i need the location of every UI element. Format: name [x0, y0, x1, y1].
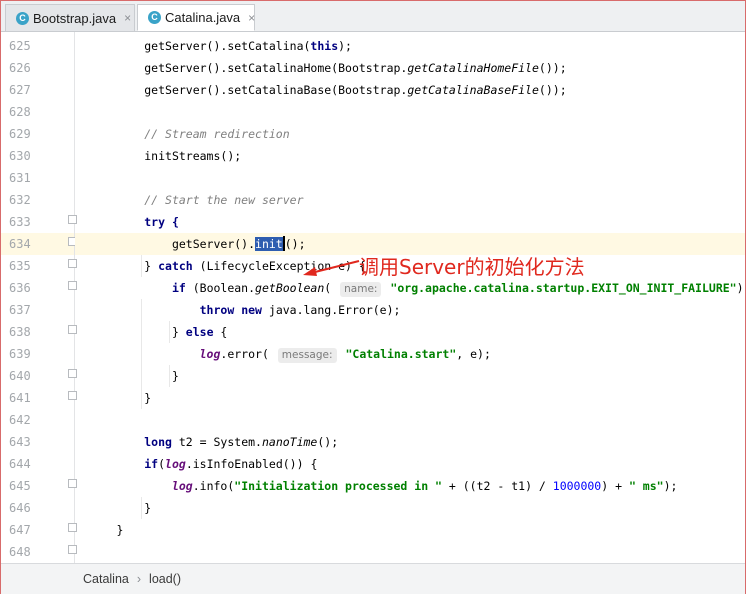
code-line[interactable]: }: [75, 365, 745, 387]
code-line[interactable]: if (Boolean.getBoolean( name: "org.apach…: [75, 277, 745, 299]
code-line[interactable]: }: [75, 387, 745, 409]
code-text: log.error( message: "Catalina.start", e)…: [199, 347, 491, 363]
line-number: 639: [9, 347, 31, 361]
code-line[interactable]: log.error( message: "Catalina.start", e)…: [75, 343, 745, 365]
tab-bootstrap-java[interactable]: C Bootstrap.java ×: [5, 4, 135, 31]
line-number: 648: [9, 545, 31, 559]
chevron-right-icon: ›: [136, 572, 142, 586]
line-number: 626: [9, 61, 31, 75]
code-text: } else {: [171, 325, 228, 339]
code-text: }: [144, 391, 152, 405]
editor-tab-bar: C Bootstrap.java × C Catalina.java ×: [1, 1, 745, 32]
line-number: 638: [9, 325, 31, 339]
ide-window: C Bootstrap.java × C Catalina.java × 625…: [0, 0, 746, 594]
code-text: log.info("Initialization processed in " …: [171, 479, 678, 493]
code-line[interactable]: } else {: [75, 321, 745, 343]
code-line[interactable]: try {: [75, 211, 745, 233]
breadcrumb: Catalina › load(): [1, 563, 745, 594]
code-line[interactable]: initStreams();: [75, 145, 745, 167]
close-icon[interactable]: ×: [248, 11, 255, 25]
code-text: long t2 = System.nanoTime();: [144, 435, 339, 449]
annotation-text: 调用Server的初始化方法: [359, 255, 585, 279]
code-line[interactable]: getServer().setCatalinaHome(Bootstrap.ge…: [75, 57, 745, 79]
line-number: 647: [9, 523, 31, 537]
line-number: 625: [9, 39, 31, 53]
code-editor[interactable]: 625 626 627 628 629 630 631 632 633 634 …: [1, 32, 745, 563]
code-comment: // Stream redirection: [144, 127, 290, 141]
code-line[interactable]: throw new java.lang.Error(e);: [75, 299, 745, 321]
code-line[interactable]: log.info("Initialization processed in " …: [75, 475, 745, 497]
close-icon[interactable]: ×: [124, 11, 131, 25]
fold-marker-icon[interactable]: [68, 545, 77, 554]
code-text: if (Boolean.getBoolean( name: "org.apach…: [171, 281, 745, 297]
code-text: getServer().setCatalinaHome(Bootstrap.ge…: [144, 61, 567, 75]
tab-label: Catalina.java: [165, 10, 241, 25]
line-number: 645: [9, 479, 31, 493]
breadcrumb-item-method[interactable]: load(): [149, 572, 181, 586]
line-number: 646: [9, 501, 31, 515]
code-line[interactable]: // Start the new server: [75, 189, 745, 211]
code-text: if(log.isInfoEnabled()) {: [144, 457, 318, 471]
code-text: throw new java.lang.Error(e);: [199, 303, 401, 317]
line-number: 627: [9, 83, 31, 97]
code-line[interactable]: }: [75, 519, 745, 541]
line-number: 632: [9, 193, 31, 207]
code-text: getServer().init ();: [171, 236, 306, 251]
line-number: 634: [1, 233, 74, 255]
line-number: 637: [9, 303, 31, 317]
tab-catalina-java[interactable]: C Catalina.java ×: [137, 4, 255, 31]
line-number: 635: [9, 259, 31, 273]
line-number: 644: [9, 457, 31, 471]
code-line[interactable]: getServer().setCatalina(this);: [75, 35, 745, 57]
breadcrumb-item-class[interactable]: Catalina: [83, 572, 129, 586]
line-number: 643: [9, 435, 31, 449]
line-number: 640: [9, 369, 31, 383]
code-text: getServer().setCatalina(this);: [144, 39, 352, 53]
code-line[interactable]: if(log.isInfoEnabled()) {: [75, 453, 745, 475]
line-number: 631: [9, 171, 31, 185]
code-text: }: [171, 369, 179, 383]
code-line[interactable]: getServer().setCatalinaBase(Bootstrap.ge…: [75, 79, 745, 101]
java-class-icon: C: [16, 11, 29, 25]
code-keyword: try {: [144, 215, 179, 229]
code-comment: // Start the new server: [144, 193, 304, 207]
line-number: 630: [9, 149, 31, 163]
line-number: 636: [9, 281, 31, 295]
code-line[interactable]: // Stream redirection: [75, 123, 745, 145]
code-text: }: [144, 501, 152, 515]
line-number: 641: [9, 391, 31, 405]
java-class-icon: C: [148, 11, 161, 24]
line-number: 642: [9, 413, 31, 427]
code-text: }: [116, 523, 124, 537]
line-number: 633: [9, 215, 31, 229]
red-arrow-icon: [303, 260, 360, 276]
code-text: initStreams();: [144, 149, 242, 163]
code-text: getServer().setCatalinaBase(Bootstrap.ge…: [144, 83, 567, 97]
tab-label: Bootstrap.java: [33, 10, 117, 26]
code-line[interactable]: long t2 = System.nanoTime();: [75, 431, 745, 453]
line-number: 629: [9, 127, 31, 141]
code-line[interactable]: }: [75, 497, 745, 519]
line-number: 628: [9, 105, 31, 119]
